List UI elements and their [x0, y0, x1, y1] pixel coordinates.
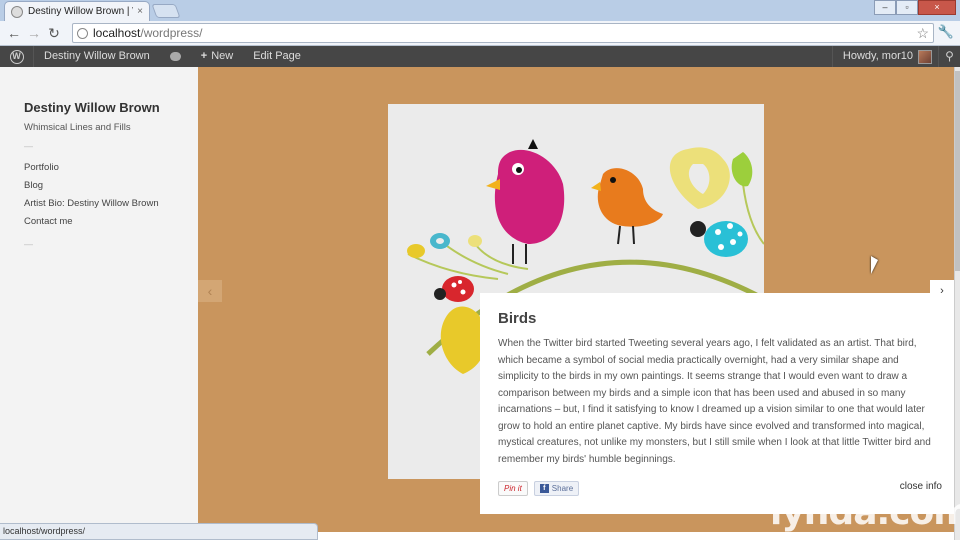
- window-close-icon[interactable]: ×: [918, 0, 956, 15]
- browser-tab-strip: Destiny Willow Brown | Wh × – ▫ ×: [0, 0, 960, 21]
- share-label: Share: [551, 484, 574, 493]
- admin-bar-new[interactable]: + New: [191, 46, 243, 67]
- admin-bar-site-name[interactable]: Destiny Willow Brown: [34, 46, 160, 67]
- sidebar: Destiny Willow Brown Whimsical Lines and…: [0, 67, 198, 540]
- menu-item-contact[interactable]: Contact me: [24, 213, 198, 231]
- browser-toolbar: ← → ↻ localhost /wordpress/ ☆ 🔧: [0, 21, 960, 46]
- address-bar[interactable]: localhost /wordpress/ ☆: [72, 23, 934, 43]
- site-title[interactable]: Destiny Willow Brown: [24, 100, 198, 115]
- artwork-description: When the Twitter bird started Tweeting s…: [498, 338, 931, 465]
- bookmark-star-icon[interactable]: ☆: [916, 24, 929, 42]
- menu-item-portfolio[interactable]: Portfolio: [24, 159, 198, 177]
- sidebar-divider: —: [24, 141, 33, 151]
- url-path: /wordpress/: [140, 26, 203, 40]
- restore-icon[interactable]: ▫: [896, 0, 918, 15]
- tab-close-icon[interactable]: ×: [137, 6, 143, 17]
- sidebar-divider-bottom: —: [24, 239, 33, 249]
- scrollbar-thumb[interactable]: [955, 71, 960, 271]
- wrench-icon[interactable]: 🔧: [938, 24, 954, 40]
- globe-icon: [77, 27, 88, 39]
- admin-bar-comments[interactable]: [160, 46, 191, 67]
- plus-icon: +: [200, 50, 208, 62]
- lynda-watermark: lynda.com: [770, 492, 960, 533]
- admin-bar-new-label: New: [211, 50, 234, 62]
- back-arrow-icon[interactable]: ←: [4, 23, 24, 43]
- reload-icon[interactable]: ↻: [44, 23, 64, 43]
- pin-it-button[interactable]: Pin it: [498, 481, 528, 496]
- url-host: localhost: [93, 26, 141, 40]
- mouse-cursor-icon: [871, 256, 878, 274]
- minimize-icon[interactable]: –: [874, 0, 896, 15]
- main-menu: Portfolio Blog Artist Bio: Destiny Willo…: [24, 159, 198, 231]
- page-scrollbar[interactable]: [954, 67, 960, 540]
- previous-slide-button[interactable]: ‹: [198, 280, 222, 302]
- new-tab-button[interactable]: [151, 4, 181, 18]
- gallery-stage: ‹ Birds When the Twitter bird started Tw…: [198, 67, 954, 532]
- next-slide-button[interactable]: ›: [930, 280, 954, 302]
- close-info-link[interactable]: close info: [900, 481, 942, 492]
- artwork-title: Birds: [498, 310, 537, 327]
- admin-bar-account[interactable]: Howdy, mor10: [831, 46, 938, 67]
- window-controls: – ▫ ×: [874, 0, 956, 15]
- wp-admin-bar: W Destiny Willow Brown + New Edit Page Ho…: [0, 46, 960, 67]
- status-bar: localhost/wordpress/: [0, 523, 318, 540]
- site-description: Whimsical Lines and Fills: [24, 122, 131, 133]
- admin-bar-edit-page[interactable]: Edit Page: [243, 46, 311, 67]
- menu-item-artist-bio[interactable]: Artist Bio: Destiny Willow Brown: [24, 195, 198, 213]
- facebook-icon: f: [539, 484, 549, 493]
- menu-item-blog[interactable]: Blog: [24, 177, 198, 195]
- facebook-share-button[interactable]: f Share: [533, 481, 580, 496]
- wordpress-logo-icon[interactable]: W: [0, 46, 34, 67]
- tab-favicon-icon: [11, 5, 23, 18]
- howdy-text: Howdy, mor10: [842, 50, 913, 62]
- avatar: [918, 49, 932, 64]
- page-content: Destiny Willow Brown Whimsical Lines and…: [0, 67, 960, 540]
- admin-bar-search-icon[interactable]: ⚲: [938, 46, 960, 67]
- artwork-info-panel: Birds When the Twitter bird started Twee…: [480, 293, 954, 514]
- social-buttons: Pin it f Share: [498, 481, 580, 496]
- comment-bubble-icon: [169, 51, 181, 61]
- tab-title: Destiny Willow Brown | Wh: [28, 6, 133, 17]
- browser-tab[interactable]: Destiny Willow Brown | Wh ×: [4, 1, 150, 21]
- forward-arrow-icon[interactable]: →: [24, 23, 44, 43]
